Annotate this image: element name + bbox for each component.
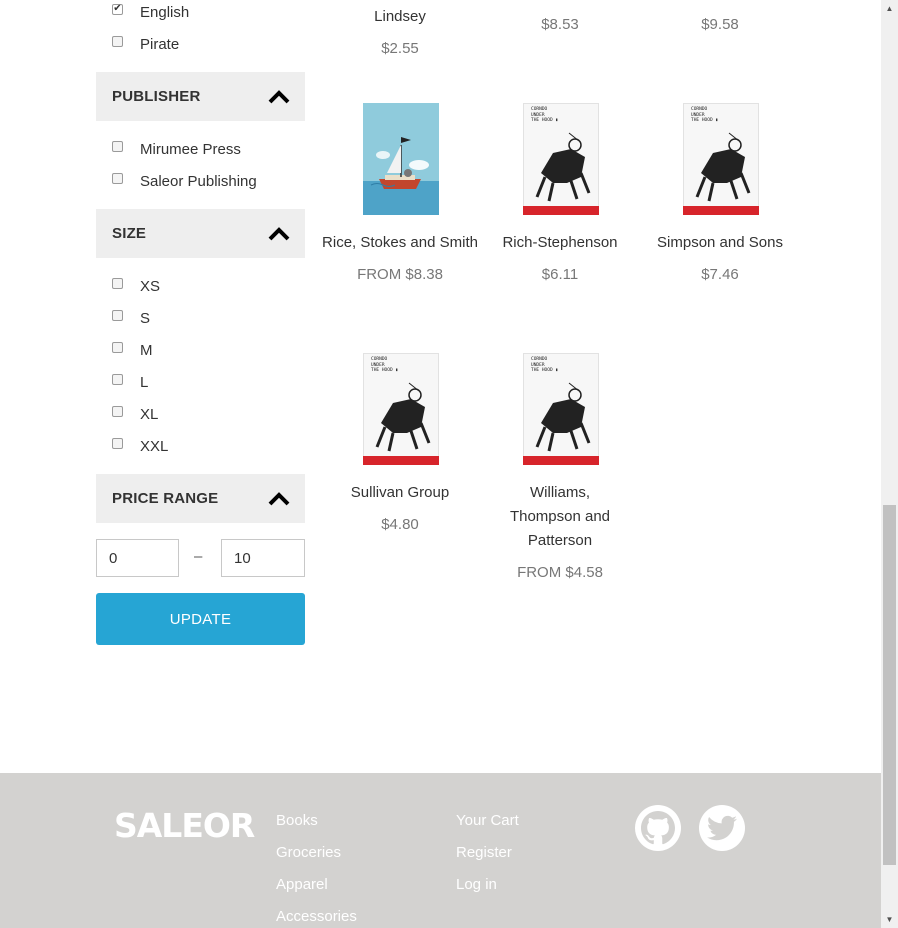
product-price: $2.55 [381, 40, 419, 57]
robot-illustration [535, 382, 591, 452]
price-max-input[interactable] [221, 539, 305, 577]
product-image[interactable]: CORNDO UNDER THE HOOD ▮ [363, 353, 439, 465]
filter-option-label: Saleor Publishing [140, 172, 257, 190]
price-min-input[interactable] [96, 539, 179, 577]
twitter-icon[interactable] [699, 805, 745, 851]
filter-option-label: XS [140, 277, 161, 295]
product-card[interactable]: Lindsey $2.55 [320, 5, 480, 61]
price-range-separator: – [194, 548, 203, 565]
checkbox-icon[interactable] [112, 341, 123, 353]
product-card[interactable]: Sullivan Group $4.80 [320, 481, 480, 537]
filter-option-label: English [140, 3, 190, 21]
site-footer: SALEOR Books Groceries Apparel Accessori… [0, 773, 881, 928]
product-price: $9.58 [701, 16, 739, 33]
update-button[interactable]: UPDATE [96, 593, 305, 645]
product-card[interactable]: Rich-Stephenson $6.11 [480, 231, 640, 287]
filter-option-label: Pirate [140, 35, 180, 53]
product-price: $4.80 [381, 516, 419, 533]
checkbox-icon[interactable] [112, 140, 123, 152]
checkbox-checked-icon[interactable]: ✔ [112, 3, 123, 15]
github-icon[interactable] [635, 805, 681, 851]
robot-illustration [375, 382, 431, 452]
footer-link-accessories[interactable]: Accessories [276, 908, 357, 925]
filter-option-l[interactable]: L [112, 372, 148, 392]
product-card[interactable]: $9.58 [640, 13, 800, 37]
book-cover-band [363, 456, 439, 465]
product-image[interactable] [363, 103, 439, 215]
product-card[interactable]: Williams, Thompson and Patterson FROM $4… [480, 481, 640, 585]
section-title: PUBLISHER [112, 88, 201, 105]
filter-option-s[interactable]: S [112, 308, 150, 328]
product-name[interactable]: Rich-Stephenson [480, 231, 640, 255]
checkbox-icon[interactable] [112, 373, 123, 385]
pirate-ship-illustration [363, 137, 439, 215]
product-image[interactable]: CORNDO UNDER THE HOOD ▮ [523, 103, 599, 215]
checkbox-icon[interactable] [112, 35, 123, 47]
section-title: PRICE RANGE [112, 490, 219, 507]
filter-option-label: XL [140, 405, 159, 423]
footer-link-books[interactable]: Books [276, 812, 318, 829]
book-cover-band [523, 456, 599, 465]
chevron-up-icon[interactable] [268, 491, 290, 506]
book-cover-band [683, 206, 759, 215]
scrollbar-thumb[interactable] [883, 505, 896, 865]
checkbox-icon[interactable] [112, 405, 123, 417]
product-name[interactable]: Williams, Thompson and Patterson [480, 481, 640, 553]
product-name[interactable]: Rice, Stokes and Smith [320, 231, 480, 255]
product-image[interactable]: CORNDO UNDER THE HOOD ▮ [683, 103, 759, 215]
filter-option-mirumee-press[interactable]: Mirumee Press [112, 139, 241, 159]
filter-option-m[interactable]: M [112, 340, 153, 360]
footer-link-register[interactable]: Register [456, 844, 512, 861]
checkbox-icon[interactable] [112, 172, 123, 184]
size-section-header[interactable]: SIZE [96, 209, 305, 258]
price-range-section-header[interactable]: PRICE RANGE [96, 474, 305, 523]
filter-option-english[interactable]: ✔ English [112, 2, 189, 22]
product-name[interactable]: Sullivan Group [320, 481, 480, 505]
product-name[interactable]: Lindsey [320, 5, 480, 29]
filter-option-label: Mirumee Press [140, 140, 241, 158]
filter-option-label: XXL [140, 437, 169, 455]
section-title: SIZE [112, 225, 147, 242]
filter-option-saleor-publishing[interactable]: Saleor Publishing [112, 171, 257, 191]
filter-option-pirate[interactable]: Pirate [112, 34, 179, 54]
product-card[interactable]: $8.53 [480, 13, 640, 37]
filter-option-xs[interactable]: XS [112, 276, 160, 296]
filter-option-xxl[interactable]: XXL [112, 436, 168, 456]
footer-link-log-in[interactable]: Log in [456, 876, 497, 893]
filter-option-label: L [140, 373, 149, 391]
product-card[interactable]: Simpson and Sons $7.46 [640, 231, 800, 287]
checkbox-icon[interactable] [112, 437, 123, 449]
scroll-down-arrow-icon[interactable]: ▼ [881, 911, 898, 928]
vertical-scrollbar[interactable]: ▲ ▼ [881, 0, 898, 928]
product-price: $8.53 [541, 16, 579, 33]
product-price: $6.11 [541, 266, 579, 283]
scroll-up-arrow-icon[interactable]: ▲ [881, 0, 898, 17]
product-price: FROM $8.38 [357, 266, 443, 283]
filter-option-xl[interactable]: XL [112, 404, 158, 424]
saleor-logo[interactable]: SALEOR [114, 806, 255, 845]
footer-link-apparel[interactable]: Apparel [276, 876, 328, 893]
checkbox-icon[interactable] [112, 277, 123, 289]
product-card[interactable]: Rice, Stokes and Smith FROM $8.38 [320, 231, 480, 287]
book-cover-band [523, 206, 599, 215]
footer-link-groceries[interactable]: Groceries [276, 844, 341, 861]
publisher-section-header[interactable]: PUBLISHER [96, 72, 305, 121]
filter-option-label: M [140, 341, 153, 359]
product-price: FROM $4.58 [517, 564, 603, 581]
product-image[interactable]: CORNDO UNDER THE HOOD ▮ [523, 353, 599, 465]
chevron-up-icon[interactable] [268, 89, 290, 104]
product-price: $7.46 [701, 266, 739, 283]
page-viewport: ✔ English Pirate PUBLISHER Mirumee Press… [0, 0, 881, 928]
chevron-up-icon[interactable] [268, 226, 290, 241]
robot-illustration [535, 132, 591, 202]
robot-illustration [695, 132, 751, 202]
footer-link-your-cart[interactable]: Your Cart [456, 812, 519, 829]
checkbox-icon[interactable] [112, 309, 123, 321]
product-name[interactable]: Simpson and Sons [640, 231, 800, 255]
filter-option-label: S [140, 309, 151, 327]
